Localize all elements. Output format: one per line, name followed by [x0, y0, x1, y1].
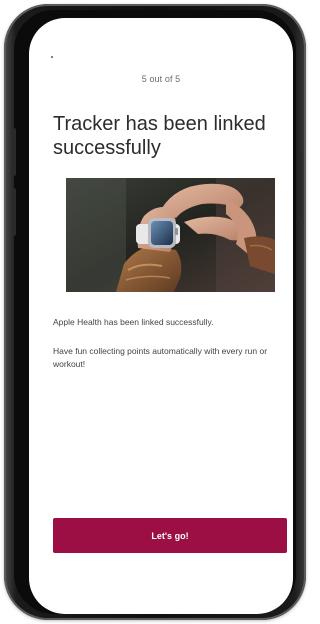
status-indicator	[51, 56, 53, 58]
smartwatch-photo	[66, 178, 275, 292]
step-indicator: 5 out of 5	[141, 74, 181, 84]
app-canvas: 5 out of 5 Tracker has been linked succe…	[0, 0, 310, 624]
power-button	[298, 150, 302, 220]
phone-screen: 5 out of 5 Tracker has been linked succe…	[29, 18, 293, 614]
page-title: Tracker has been linked successfully	[53, 113, 266, 159]
confirmation-text: Apple Health has been linked successfull…	[53, 317, 214, 327]
volume-down-button	[12, 188, 16, 236]
lets-go-button[interactable]: Let's go!	[53, 518, 287, 553]
encouragement-text: Have fun collecting points automatically…	[53, 346, 268, 369]
volume-up-button	[12, 128, 16, 176]
